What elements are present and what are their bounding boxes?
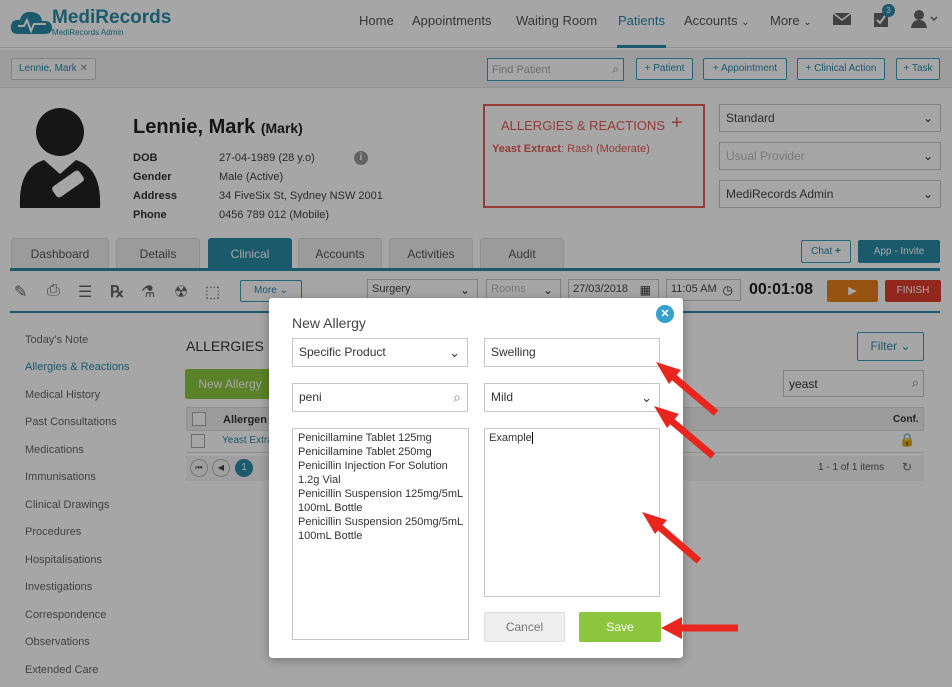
arrow-to-severity-icon — [654, 406, 716, 459]
arrow-to-save-icon — [661, 617, 738, 639]
arrow-to-reaction-icon — [656, 362, 719, 416]
arrow-to-notes-icon — [642, 512, 702, 564]
annotation-arrows — [642, 362, 738, 639]
